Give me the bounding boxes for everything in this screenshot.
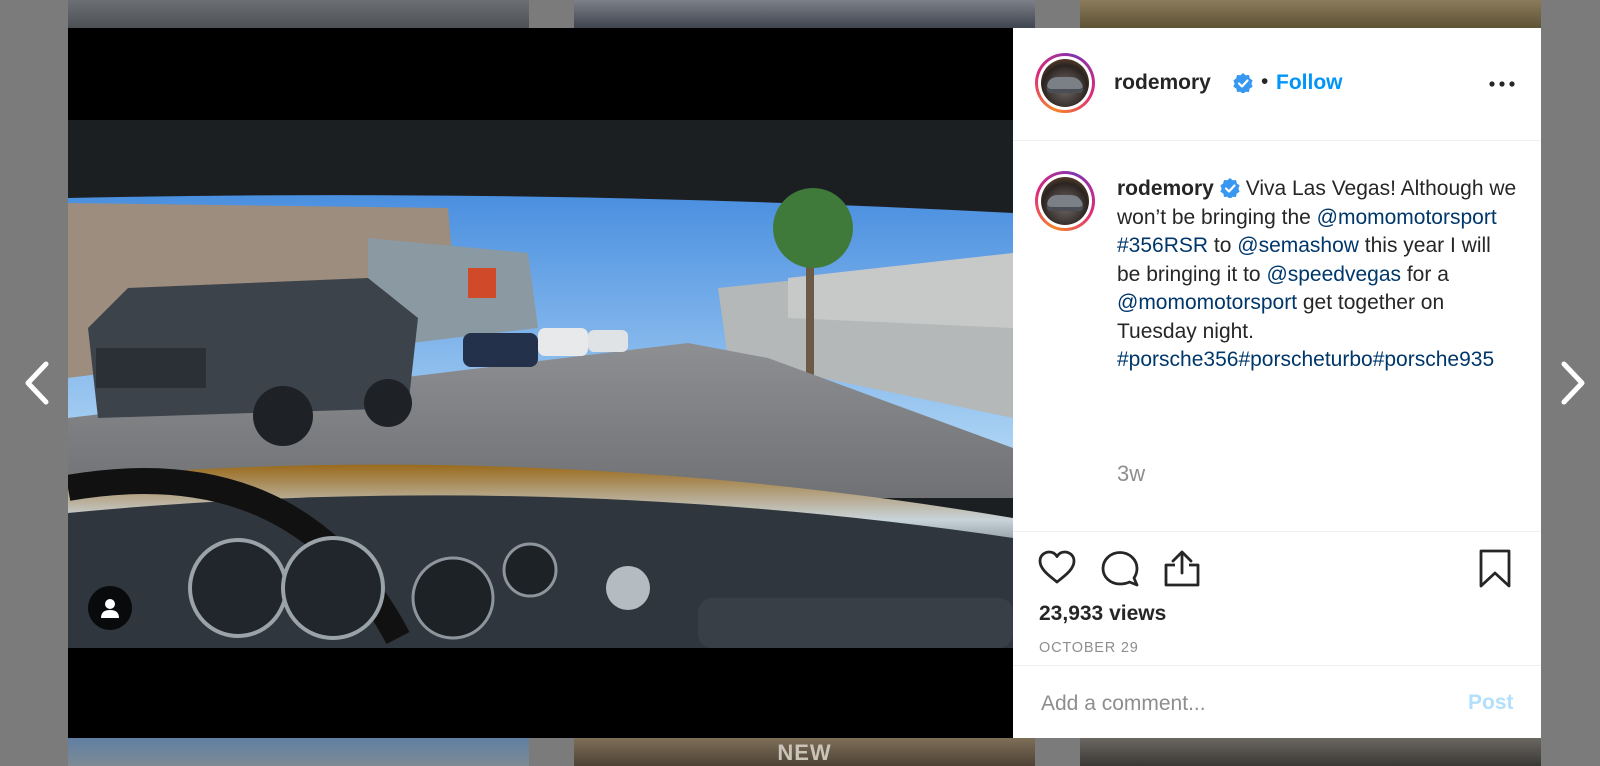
comment-icon[interactable] (1100, 548, 1140, 588)
mention-link[interactable]: @semashow (1237, 234, 1359, 257)
user-icon (101, 599, 119, 618)
mention-link[interactable]: @momomotorsport (1317, 206, 1497, 229)
follow-button[interactable]: Follow (1276, 71, 1343, 95)
post-comment-button[interactable]: Post (1468, 691, 1514, 715)
caption-username[interactable]: rodemory (1117, 177, 1214, 200)
heart-icon[interactable] (1037, 548, 1077, 588)
grid-thumbnail[interactable] (1080, 738, 1541, 766)
tagged-user-button[interactable] (88, 586, 132, 630)
share-icon[interactable] (1162, 548, 1202, 588)
caption-text: rodemory Viva Las Vegas! Although we won… (1117, 175, 1517, 375)
caption-section: rodemory Viva Las Vegas! Although we won… (1013, 141, 1541, 531)
video-frame (68, 118, 1013, 648)
relative-timestamp[interactable]: 3w (1117, 461, 1145, 487)
grid-thumbnail[interactable] (574, 0, 1035, 28)
mention-link[interactable]: @momomotorsport (1117, 291, 1297, 314)
caption-avatar[interactable] (1035, 171, 1095, 231)
post-details-panel: rodemory • Follow rodemory Viva Las Vega… (1013, 28, 1541, 738)
hashtag-link[interactable]: #porscheturbo (1238, 348, 1372, 371)
grid-thumbnail[interactable] (1080, 0, 1541, 28)
mention-link[interactable]: @speedvegas (1266, 263, 1401, 286)
header-username[interactable]: rodemory (1114, 71, 1211, 95)
hashtag-link[interactable]: #porsche935 (1373, 348, 1494, 371)
more-options-icon[interactable] (1487, 72, 1517, 96)
grid-thumbnail[interactable] (68, 738, 529, 766)
grid-thumbnail[interactable]: NEW (574, 738, 1035, 766)
comment-box: Post (1013, 665, 1541, 739)
comment-input[interactable] (1039, 684, 1443, 724)
previous-post-arrow-icon[interactable] (18, 358, 58, 408)
separator-dot: • (1261, 70, 1269, 93)
next-post-arrow-icon[interactable] (1552, 358, 1592, 408)
grid-thumbnail[interactable] (68, 0, 529, 28)
verified-badge-icon (1220, 178, 1240, 198)
bookmark-icon[interactable] (1475, 548, 1515, 588)
profile-avatar[interactable] (1035, 53, 1095, 113)
action-bar: 23,933 views OCTOBER 29 (1013, 531, 1541, 666)
video-player[interactable] (68, 28, 1013, 738)
post-date[interactable]: OCTOBER 29 (1039, 640, 1139, 656)
verified-badge-icon (1233, 73, 1253, 95)
hashtag-link[interactable]: #356RSR (1117, 234, 1208, 257)
post-header: rodemory • Follow (1013, 28, 1541, 141)
thumbnail-text: NEW (777, 740, 832, 765)
caption-segment: for a (1401, 262, 1449, 286)
caption-segment: to (1208, 234, 1238, 257)
post-modal: rodemory • Follow rodemory Viva Las Vega… (68, 28, 1541, 738)
hashtag-link[interactable]: #porsche356 (1117, 348, 1238, 371)
views-count[interactable]: 23,933 views (1039, 602, 1166, 626)
